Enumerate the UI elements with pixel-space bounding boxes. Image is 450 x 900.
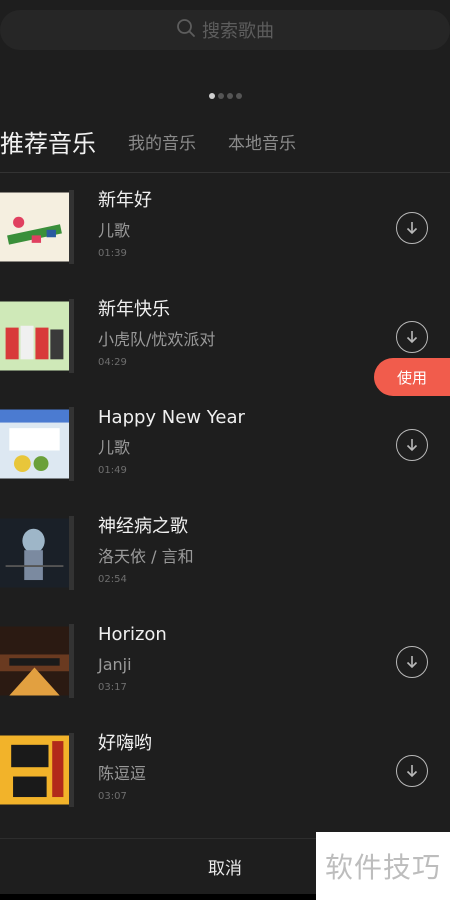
song-artist: 儿歌 — [98, 221, 131, 240]
album-cover — [0, 732, 74, 807]
song-title: 好嗨哟 — [98, 732, 152, 754]
search-icon — [176, 18, 196, 42]
song-duration: 04:29 — [98, 356, 127, 368]
song-row[interactable]: 新年好 儿歌 01:39 — [0, 176, 450, 285]
tab-bar: 推荐音乐 我的音乐 本地音乐 — [0, 118, 328, 164]
tab-recommended-music[interactable]: 推荐音乐 — [0, 124, 96, 159]
song-duration: 01:39 — [98, 248, 127, 259]
song-title: Happy New Year — [98, 407, 245, 428]
song-title: 新年好 — [98, 190, 152, 211]
watermark-text: 软件技巧 — [324, 851, 441, 884]
album-cover — [0, 298, 74, 373]
search-placeholder: 搜索歌曲 — [202, 21, 274, 42]
page-dot-3 — [226, 93, 233, 99]
album-cover — [0, 407, 74, 481]
cancel-button[interactable]: 取消 — [208, 854, 242, 879]
page-dot-1 — [208, 93, 215, 99]
album-cover — [0, 190, 74, 264]
download-icon[interactable] — [396, 646, 428, 678]
page-dot-2 — [217, 93, 224, 99]
song-row[interactable]: 好嗨哟 陈逗逗 03:07 — [0, 719, 450, 828]
use-button[interactable]: 使用 — [374, 358, 450, 396]
tab-local-music[interactable]: 本地音乐 — [228, 129, 296, 154]
search-bar[interactable]: 搜索歌曲 — [0, 8, 450, 52]
page-dot-4 — [235, 93, 242, 99]
song-duration: 01:49 — [98, 465, 127, 476]
song-duration: 03:07 — [98, 790, 127, 802]
song-row[interactable]: 神经病之歌 洛天依 / 言和 02:54 — [0, 502, 450, 611]
song-title: 神经病之歌 — [98, 515, 188, 537]
song-row[interactable]: Horizon Janji 03:17 — [0, 610, 450, 719]
watermark: 软件技巧 — [316, 832, 450, 900]
tabs-divider — [0, 172, 450, 173]
song-artist: 洛天依 / 言和 — [98, 546, 194, 566]
song-list: 新年好 儿歌 01:39 新年快乐 小虎队/忧欢派对 04:29 Happy N… — [0, 176, 450, 827]
download-icon[interactable] — [396, 320, 428, 353]
download-icon[interactable] — [396, 212, 428, 244]
song-duration: 02:54 — [98, 573, 127, 585]
tab-my-music[interactable]: 我的音乐 — [128, 129, 196, 154]
bottom-strip — [0, 894, 316, 900]
song-artist: 儿歌 — [98, 438, 131, 457]
page-indicator — [0, 93, 450, 99]
song-artist: Janji — [98, 655, 132, 674]
song-artist: 小虎队/忧欢派对 — [98, 329, 216, 349]
song-title: 新年快乐 — [98, 298, 170, 320]
album-cover — [0, 624, 74, 698]
song-title: Horizon — [98, 624, 167, 645]
download-icon[interactable] — [396, 754, 428, 787]
song-row[interactable]: Happy New Year 儿歌 01:49 — [0, 393, 450, 502]
download-icon[interactable] — [396, 429, 428, 461]
song-duration: 03:17 — [98, 682, 127, 693]
album-cover — [0, 515, 74, 590]
song-artist: 陈逗逗 — [98, 763, 147, 783]
search-input[interactable]: 搜索歌曲 — [0, 10, 450, 50]
